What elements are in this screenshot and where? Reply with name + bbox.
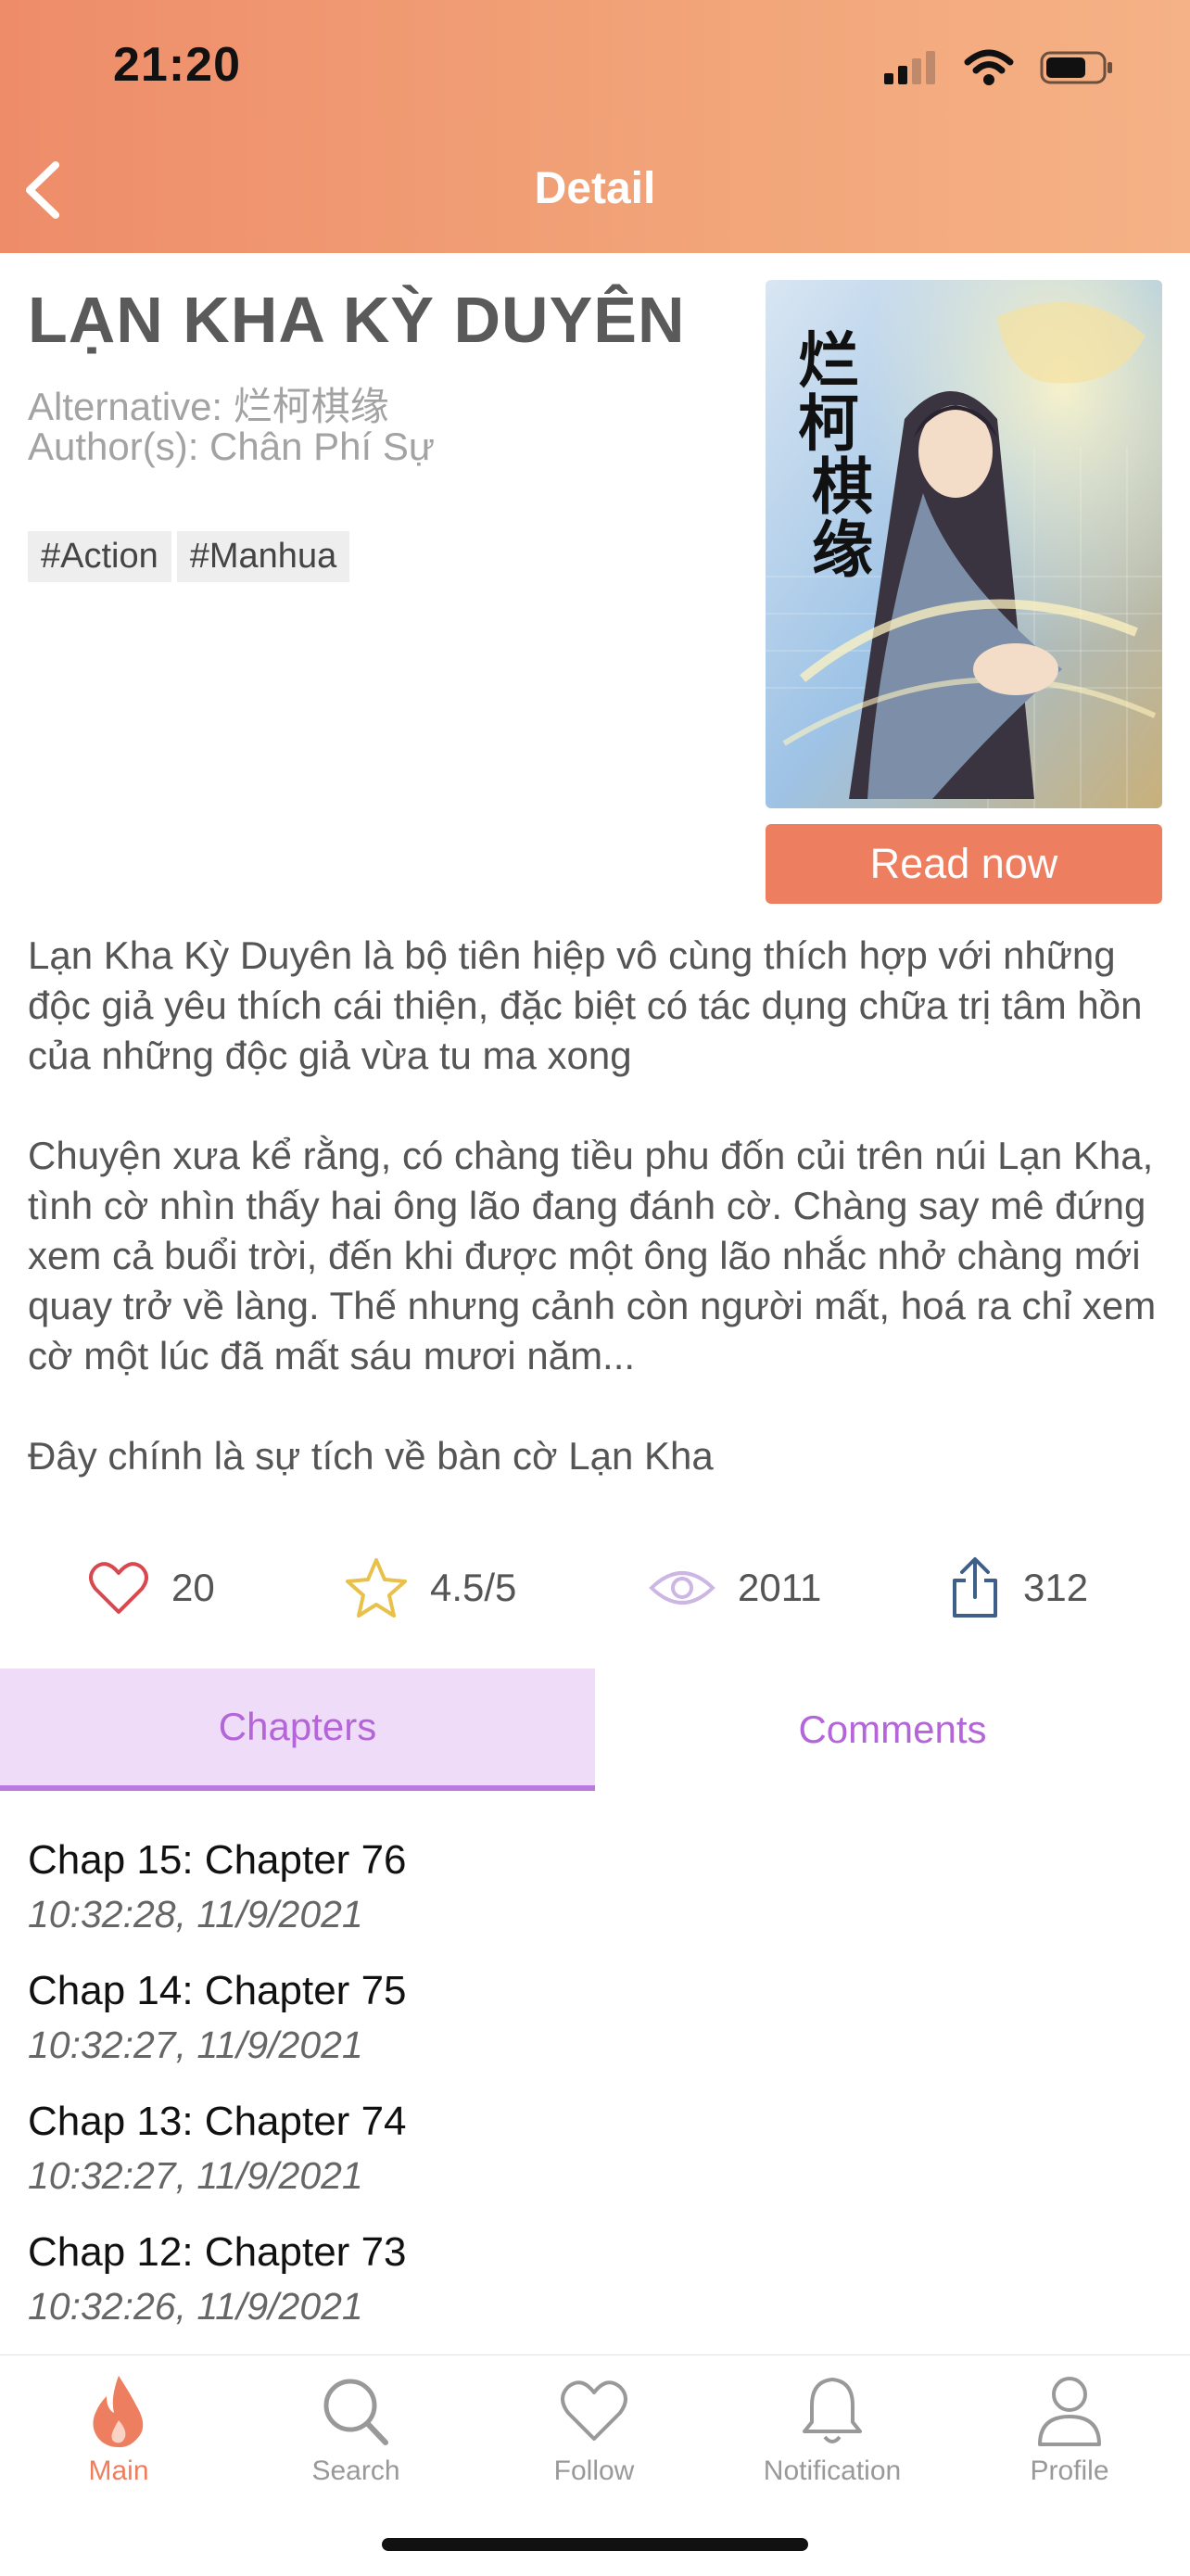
description-paragraph-2: Chuyện xưa kể rằng, có chàng tiều phu đố… bbox=[28, 1134, 1157, 1377]
chapter-item[interactable]: Chap 12: Chapter 73 10:32:26, 11/9/2021 bbox=[28, 2227, 407, 2334]
manga-title: LẠN KHA KỲ DUYÊN bbox=[28, 284, 686, 356]
tab-chapters[interactable]: Chapters bbox=[0, 1669, 595, 1791]
tabbar-main[interactable]: Main bbox=[26, 2374, 211, 2487]
like-count: 20 bbox=[171, 1566, 215, 1609]
chapter-title: Chap 13: Chapter 74 bbox=[28, 2099, 407, 2144]
bell-icon bbox=[803, 2378, 862, 2443]
detail-tabs: Chapters Comments bbox=[0, 1669, 1190, 1791]
stats-row: 20 4.5/5 2011 312 bbox=[0, 1546, 1190, 1630]
star-icon bbox=[346, 1558, 407, 1618]
tabbar-profile-label: Profile bbox=[1030, 2455, 1109, 2486]
status-time: 21:20 bbox=[113, 38, 241, 92]
read-now-button[interactable]: Read now bbox=[766, 824, 1162, 904]
share-stat[interactable]: 312 bbox=[949, 1546, 1088, 1630]
tabbar-follow[interactable]: Follow bbox=[501, 2374, 687, 2487]
app-header: 21:20 Detail bbox=[0, 0, 1190, 253]
view-count: 2011 bbox=[738, 1566, 822, 1609]
chapter-title: Chap 12: Chapter 73 bbox=[28, 2229, 407, 2275]
tabbar-profile[interactable]: Profile bbox=[977, 2374, 1162, 2487]
like-stat[interactable]: 20 bbox=[88, 1546, 215, 1630]
chapter-item[interactable]: Chap 14: Chapter 75 10:32:27, 11/9/2021 bbox=[28, 1965, 407, 2073]
tabbar-main-label: Main bbox=[88, 2455, 149, 2486]
view-stat: 2011 bbox=[649, 1546, 821, 1630]
author-name: Author(s): Chân Phí Sự bbox=[28, 425, 435, 468]
chapter-time: 10:32:27, 11/9/2021 bbox=[28, 2154, 363, 2197]
chapter-title: Chap 15: Chapter 76 bbox=[28, 1837, 407, 1883]
share-count: 312 bbox=[1023, 1566, 1089, 1609]
tabbar-search-label: Search bbox=[311, 2455, 400, 2486]
heart-icon bbox=[89, 1562, 148, 1614]
rating-stat[interactable]: 4.5/5 bbox=[345, 1546, 516, 1630]
chapter-time: 10:32:28, 11/9/2021 bbox=[28, 1893, 363, 1935]
tabbar-follow-label: Follow bbox=[553, 2455, 635, 2486]
status-icons bbox=[884, 46, 1114, 89]
tag-manhua[interactable]: #Manhua bbox=[176, 531, 350, 582]
alternative-name: Alternative: 烂柯棋缘 bbox=[28, 385, 389, 428]
search-icon bbox=[323, 2379, 388, 2445]
heart-icon bbox=[561, 2380, 627, 2441]
chapter-title: Chap 14: Chapter 75 bbox=[28, 1968, 407, 2013]
home-indicator[interactable] bbox=[382, 2538, 808, 2551]
share-icon bbox=[953, 1557, 997, 1618]
tabbar-notification-label: Notification bbox=[763, 2455, 902, 2486]
tag-action[interactable]: #Action bbox=[28, 531, 171, 582]
chapter-time: 10:32:27, 11/9/2021 bbox=[28, 2024, 363, 2066]
wifi-icon bbox=[964, 49, 1014, 85]
flame-icon bbox=[93, 2376, 144, 2448]
rating-value: 4.5/5 bbox=[430, 1566, 517, 1609]
tabbar-notification[interactable]: Notification bbox=[740, 2374, 925, 2487]
battery-icon bbox=[1040, 51, 1112, 84]
signal-icon bbox=[884, 51, 935, 84]
description-paragraph-3: Đây chính là sự tích về bàn cờ Lạn Kha bbox=[28, 1434, 714, 1478]
description: Lạn Kha Kỳ Duyên là bộ tiên hiệp vô cùng… bbox=[28, 931, 1168, 1531]
description-paragraph-1: Lạn Kha Kỳ Duyên là bộ tiên hiệp vô cùng… bbox=[28, 933, 1143, 1077]
tabbar-search[interactable]: Search bbox=[263, 2374, 449, 2487]
cover-image[interactable]: 烂柯棋缘 bbox=[766, 280, 1162, 808]
person-icon bbox=[1038, 2377, 1101, 2446]
chapter-item[interactable]: Chap 15: Chapter 76 10:32:28, 11/9/2021 bbox=[28, 1834, 407, 1942]
tab-comments[interactable]: Comments bbox=[595, 1669, 1190, 1791]
genre-tags: #Action #Manhua bbox=[28, 531, 350, 582]
eye-icon bbox=[649, 1571, 715, 1605]
chapter-item[interactable]: Chap 13: Chapter 74 10:32:27, 11/9/2021 bbox=[28, 2096, 407, 2203]
header-title: Detail bbox=[534, 164, 656, 213]
chapter-time: 10:32:26, 11/9/2021 bbox=[28, 2285, 363, 2328]
